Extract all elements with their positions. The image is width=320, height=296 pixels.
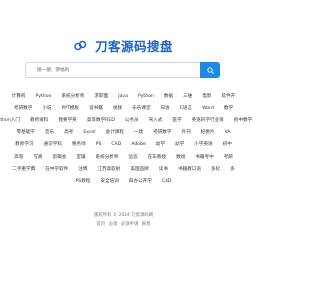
site-brand[interactable]: 刀客源码搜盘 bbox=[0, 35, 247, 55]
tag-link[interactable]: Python bbox=[31, 93, 57, 101]
tag-row: 考研数学 小说 PPT模板 读书籍 视频 乐乐课堂 日语 C语言 Word 数学 bbox=[0, 103, 271, 115]
search-button[interactable] bbox=[200, 62, 220, 78]
tag-link[interactable]: 通识学科 bbox=[39, 141, 67, 149]
tag-link[interactable]: 读书 bbox=[154, 166, 173, 174]
tag-link[interactable]: 日语 bbox=[155, 105, 174, 113]
tag-link[interactable]: 剪辑会 bbox=[48, 154, 72, 162]
tag-link[interactable]: 初中数学 bbox=[229, 117, 257, 125]
tag-link[interactable]: 书籍教口语 bbox=[173, 166, 206, 174]
tag-link[interactable]: 我要学英 bbox=[53, 117, 81, 125]
tag-link[interactable]: 在车教授 bbox=[143, 154, 171, 162]
tag-link[interactable]: 书籍考中 bbox=[190, 154, 218, 162]
footer-copyright: 版权所有 © 2024 刀客源码网 bbox=[93, 213, 154, 218]
tag-link[interactable]: 电影 bbox=[197, 93, 216, 101]
tag-link[interactable]: PS bbox=[91, 141, 107, 149]
tag-link[interactable]: 教师资料 bbox=[25, 117, 53, 125]
tag-link[interactable]: Python入门 bbox=[0, 117, 25, 125]
tag-link[interactable]: 初中 bbox=[218, 141, 237, 149]
tag-link[interactable]: 远答 bbox=[124, 154, 143, 162]
tag-link[interactable]: 外刊 bbox=[176, 129, 195, 137]
tag-link[interactable]: C语言 bbox=[175, 105, 197, 113]
tag-link[interactable]: 医学 bbox=[167, 117, 186, 125]
tag-link[interactable]: VA bbox=[219, 129, 235, 137]
tag-link[interactable]: 数据 bbox=[159, 93, 178, 101]
tag-link[interactable]: 美国品牌 bbox=[125, 166, 153, 174]
tag-link[interactable]: 数学 bbox=[219, 105, 238, 113]
tag-link[interactable]: 读书籍 bbox=[84, 105, 108, 113]
tag-link[interactable]: 教师学习 bbox=[10, 141, 38, 149]
tag-link[interactable]: 纪委片 bbox=[196, 129, 220, 137]
site-title: 刀客源码搜盘 bbox=[95, 39, 174, 54]
search-input[interactable] bbox=[25, 62, 200, 78]
tag-link[interactable]: 一建 bbox=[129, 129, 148, 137]
tag-row: 教师学习 通识学科 税务师 PS CAD Adobe 幼学 幼学 小学英语 初中 bbox=[0, 139, 271, 151]
tag-link[interactable]: 英语的学行业资 bbox=[187, 117, 229, 125]
tag-link[interactable]: 音乐 bbox=[40, 129, 59, 137]
tag-link[interactable]: 考研数学 bbox=[9, 105, 37, 113]
tag-link[interactable]: Python bbox=[133, 93, 159, 101]
tag-link[interactable]: 高等 bbox=[9, 154, 28, 162]
tag-link[interactable]: 系统分析师 bbox=[91, 154, 124, 162]
tag-link[interactable]: 安全培训 bbox=[95, 178, 123, 186]
tag-link[interactable]: PPT模板 bbox=[57, 105, 85, 113]
tag-link[interactable]: 考研数学 bbox=[148, 129, 176, 137]
tag-link[interactable]: 会计课程 bbox=[100, 129, 128, 137]
tag-link[interactable]: 驾入式 bbox=[144, 117, 168, 125]
tag-link[interactable]: 写真 bbox=[28, 154, 47, 162]
tag-link[interactable]: 求职面 bbox=[89, 93, 113, 101]
tag-link[interactable]: 乐乐课堂 bbox=[127, 105, 155, 113]
tag-link[interactable]: 注明 bbox=[73, 166, 92, 174]
tag-link[interactable]: 高等数学RED bbox=[82, 117, 120, 125]
tag-row: 计算机 Python 系统分析师 求职面 Java Python 数据 三维 电影 软件开 bbox=[0, 91, 271, 103]
tag-cloud: 计算机 Python 系统分析师 求职面 Java Python 数据 三维 电影 软件开 考研数学… bbox=[0, 91, 271, 188]
tag-link[interactable]: 幼学 bbox=[151, 141, 170, 149]
footer-link[interactable]: 必须 bbox=[109, 222, 118, 227]
tag-link[interactable]: 视频 bbox=[108, 105, 127, 113]
tag-link[interactable]: 数组 bbox=[171, 154, 190, 162]
tag-link[interactable]: Adobe bbox=[126, 141, 151, 149]
tag-link[interactable]: PS教程 bbox=[71, 178, 96, 186]
tag-link[interactable]: Word bbox=[197, 105, 219, 113]
tag-row: Python入门教师资料我要学英高等数学RED公务员驾入式医学英语的学行业资初中… bbox=[0, 115, 271, 127]
tag-link[interactable]: 在中学软件 bbox=[40, 166, 73, 174]
tag-row: 二手重学典 在中学软件 注明 江苏高软射 美国品牌 读书 书籍教口语 多轮多 bbox=[0, 164, 271, 176]
tag-link[interactable]: 幼学 bbox=[170, 141, 189, 149]
tag-link[interactable]: 小学英语 bbox=[189, 141, 217, 149]
tag-link[interactable]: 软件开 bbox=[216, 93, 240, 101]
tag-link[interactable]: 室辅 bbox=[71, 154, 90, 162]
tag-link[interactable]: 二手重学典 bbox=[7, 166, 40, 174]
search-bar bbox=[25, 62, 220, 78]
footer-links: 首页 必须 必须申请 网易 bbox=[0, 221, 247, 227]
footer-link[interactable]: 网易 bbox=[142, 222, 151, 227]
tag-link[interactable]: 江苏高软射 bbox=[92, 166, 125, 174]
footer-link[interactable]: 必须申请 bbox=[121, 222, 139, 227]
tag-link[interactable]: 系统分析师 bbox=[56, 93, 89, 101]
tag-row: 零基础学 音乐 高考 Excel 会计课程 一建 考研数学 外刊 纪委片 VA bbox=[0, 127, 271, 139]
tag-row: 高等 写真 剪辑会 室辅 系统分析师 远答 在车教授 数组 书籍考中 考研 bbox=[0, 151, 271, 163]
tag-row: PS教程 安全培训 四办公开学 C4D bbox=[0, 176, 271, 188]
tag-link[interactable]: 考研 bbox=[219, 154, 238, 162]
link-icon bbox=[74, 40, 87, 51]
tag-link[interactable]: 计算机 bbox=[7, 93, 31, 101]
tag-link[interactable]: 三维 bbox=[178, 93, 197, 101]
tag-link[interactable]: Excel bbox=[78, 129, 100, 137]
tag-link[interactable]: 税务师 bbox=[67, 141, 91, 149]
tag-link[interactable]: 小说 bbox=[37, 105, 56, 113]
tag-link[interactable]: C4D bbox=[157, 178, 177, 186]
tag-link[interactable]: 高考 bbox=[59, 129, 78, 137]
tag-link[interactable]: CAD bbox=[106, 141, 126, 149]
tag-link[interactable]: Java bbox=[113, 93, 133, 101]
tag-link[interactable]: 多 bbox=[225, 166, 240, 174]
search-icon bbox=[206, 66, 214, 74]
tag-link[interactable]: 公务员 bbox=[120, 117, 144, 125]
tag-link[interactable]: 四办公开学 bbox=[124, 178, 157, 186]
footer-link[interactable]: 首页 bbox=[96, 222, 105, 227]
tag-link[interactable]: 多轮 bbox=[206, 166, 225, 174]
tag-link[interactable]: 零基础学 bbox=[12, 129, 40, 137]
